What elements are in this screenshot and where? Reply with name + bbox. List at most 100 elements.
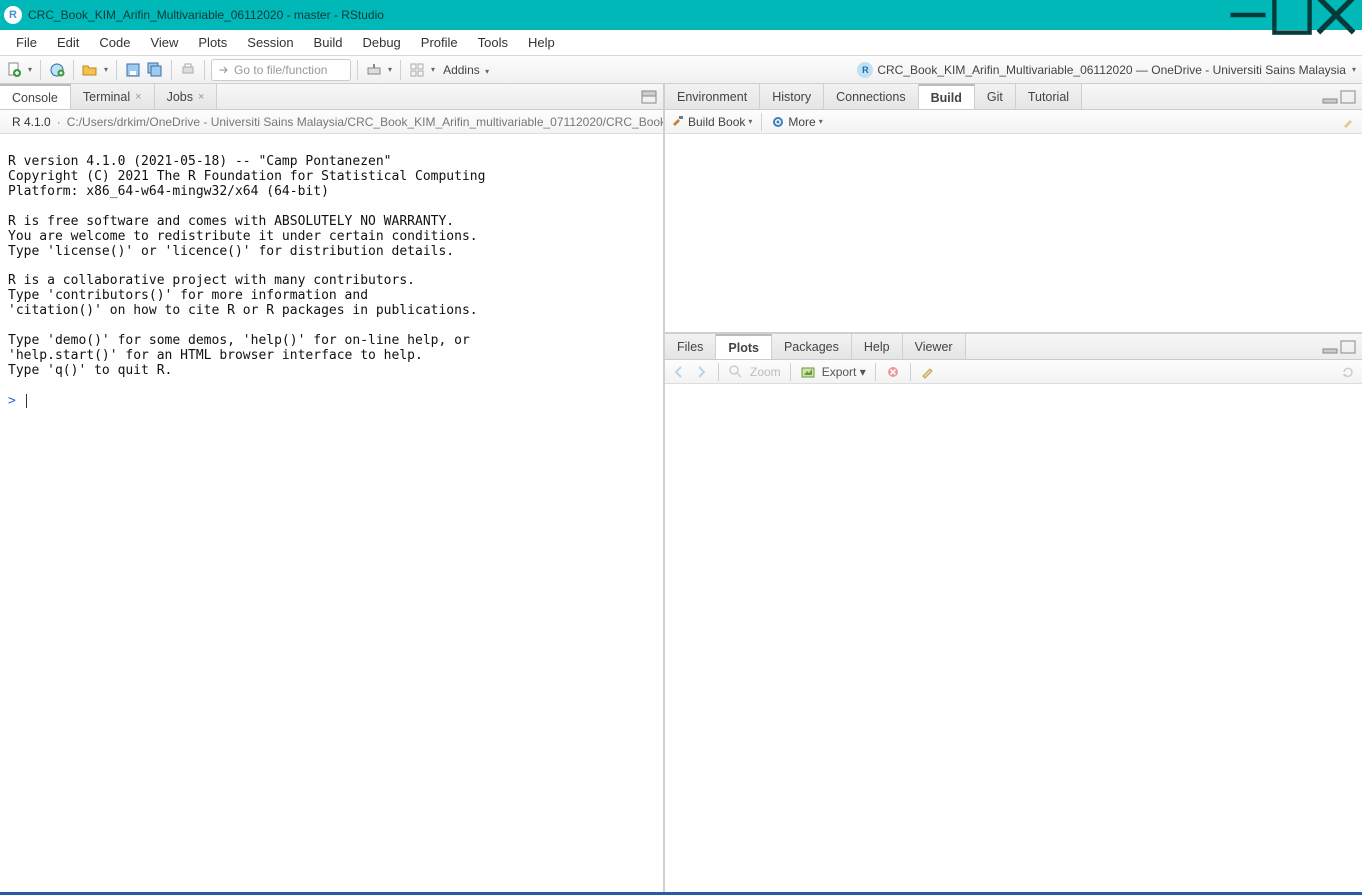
- menu-tools[interactable]: Tools: [468, 32, 518, 53]
- window-close-button[interactable]: [1314, 0, 1358, 30]
- tab-console[interactable]: Console: [0, 84, 71, 109]
- app-logo-icon: R: [4, 6, 22, 24]
- menu-bar: File Edit Code View Plots Session Build …: [0, 30, 1362, 56]
- separator: [73, 60, 74, 80]
- remove-plot-icon[interactable]: [885, 364, 901, 380]
- zoom-icon: [728, 364, 744, 380]
- build-toolbar: Build Book ▾ More ▾: [665, 110, 1362, 134]
- minimize-pane-icon[interactable]: [1322, 340, 1338, 354]
- r-version-label: R 4.1.0: [12, 115, 51, 129]
- separator: [400, 60, 401, 80]
- menu-build[interactable]: Build: [304, 32, 353, 53]
- print-icon[interactable]: [178, 60, 198, 80]
- right-pane: Environment History Connections Build Gi…: [665, 84, 1362, 892]
- brush-icon[interactable]: [1342, 115, 1356, 129]
- close-icon[interactable]: ×: [135, 91, 141, 103]
- window-title: CRC_Book_KIM_Arifin_Multivariable_061120…: [28, 8, 1226, 22]
- build-output-area: [665, 134, 1362, 332]
- tab-help[interactable]: Help: [852, 334, 903, 359]
- separator: [875, 363, 876, 381]
- working-directory-path[interactable]: C:/Users/drkim/OneDrive - Universiti Sai…: [67, 115, 663, 129]
- more-button[interactable]: More ▾: [771, 115, 822, 129]
- separator: [40, 60, 41, 80]
- tab-tutorial[interactable]: Tutorial: [1016, 84, 1082, 109]
- goto-file-function-input[interactable]: Go to file/function: [211, 59, 351, 81]
- tab-files[interactable]: Files: [665, 334, 716, 359]
- menu-help[interactable]: Help: [518, 32, 565, 53]
- new-project-icon[interactable]: [47, 60, 67, 80]
- tab-history[interactable]: History: [760, 84, 824, 109]
- path-separator: ·: [57, 115, 61, 129]
- workspace: Console Terminal× Jobs× R R 4.1.0 · C:/U…: [0, 84, 1362, 892]
- tab-jobs[interactable]: Jobs×: [155, 84, 218, 109]
- console-prompt: >: [8, 393, 24, 408]
- separator: [790, 363, 791, 381]
- separator: [204, 60, 205, 80]
- tab-build[interactable]: Build: [919, 84, 975, 109]
- project-selector[interactable]: R CRC_Book_KIM_Arifin_Multivariable_0611…: [857, 62, 1358, 78]
- separator: [116, 60, 117, 80]
- grid-dropdown[interactable]: ▾: [429, 65, 437, 74]
- left-pane: Console Terminal× Jobs× R R 4.1.0 · C:/U…: [0, 84, 665, 892]
- maximize-pane-icon[interactable]: [1340, 340, 1356, 354]
- top-right-tabs: Environment History Connections Build Gi…: [665, 84, 1362, 110]
- tab-connections[interactable]: Connections: [824, 84, 919, 109]
- menu-plots[interactable]: Plots: [188, 32, 237, 53]
- hammer-icon: [671, 115, 685, 129]
- new-file-dropdown[interactable]: ▾: [26, 65, 34, 74]
- grid-icon[interactable]: [407, 60, 427, 80]
- zoom-button[interactable]: Zoom: [750, 365, 781, 379]
- save-all-icon[interactable]: [145, 60, 165, 80]
- menu-file[interactable]: File: [6, 32, 47, 53]
- build-book-button[interactable]: Build Book ▾: [671, 115, 752, 129]
- tab-packages[interactable]: Packages: [772, 334, 852, 359]
- refresh-icon[interactable]: [1340, 364, 1356, 380]
- project-label: CRC_Book_KIM_Arifin_Multivariable_061120…: [877, 63, 1346, 77]
- prev-plot-icon[interactable]: [671, 364, 687, 380]
- maximize-pane-icon[interactable]: [1340, 90, 1356, 104]
- new-file-icon[interactable]: [4, 60, 24, 80]
- menu-code[interactable]: Code: [89, 32, 140, 53]
- menu-view[interactable]: View: [140, 32, 188, 53]
- separator: [761, 113, 762, 131]
- menu-debug[interactable]: Debug: [352, 32, 410, 53]
- bottom-right-pane: Files Plots Packages Help Viewer Zoom: [665, 334, 1362, 892]
- bottom-right-tabs: Files Plots Packages Help Viewer: [665, 334, 1362, 360]
- separator: [357, 60, 358, 80]
- next-plot-icon[interactable]: [693, 364, 709, 380]
- menu-session[interactable]: Session: [237, 32, 303, 53]
- text-caret: [26, 394, 27, 408]
- main-toolbar: ▾ ▾ Go to file/function ▾ ▾ Addins ▾ R C…: [0, 56, 1362, 84]
- export-button[interactable]: Export ▾: [822, 365, 866, 379]
- open-file-icon[interactable]: [80, 60, 100, 80]
- addins-button[interactable]: Addins ▾: [439, 63, 495, 77]
- console-header: R R 4.1.0 · C:/Users/drkim/OneDrive - Un…: [0, 110, 663, 134]
- top-right-pane: Environment History Connections Build Gi…: [665, 84, 1362, 334]
- menu-edit[interactable]: Edit: [47, 32, 89, 53]
- plot-area: [665, 384, 1362, 892]
- menu-profile[interactable]: Profile: [411, 32, 468, 53]
- tab-environment[interactable]: Environment: [665, 84, 760, 109]
- close-icon[interactable]: ×: [198, 91, 204, 103]
- window-title-bar: R CRC_Book_KIM_Arifin_Multivariable_0611…: [0, 0, 1362, 30]
- left-tabs: Console Terminal× Jobs×: [0, 84, 663, 110]
- separator: [718, 363, 719, 381]
- console-output[interactable]: R version 4.1.0 (2021-05-18) -- "Camp Po…: [0, 134, 663, 892]
- tab-git[interactable]: Git: [975, 84, 1016, 109]
- tools-dropdown[interactable]: ▾: [386, 65, 394, 74]
- tab-plots[interactable]: Plots: [716, 334, 772, 359]
- goto-placeholder: Go to file/function: [234, 63, 327, 77]
- separator: [171, 60, 172, 80]
- tab-terminal[interactable]: Terminal×: [71, 84, 155, 109]
- separator: [910, 363, 911, 381]
- minimize-pane-icon[interactable]: [1322, 90, 1338, 104]
- window-maximize-button[interactable]: [1270, 0, 1314, 30]
- open-file-dropdown[interactable]: ▾: [102, 65, 110, 74]
- window-minimize-button[interactable]: [1226, 0, 1270, 30]
- save-icon[interactable]: [123, 60, 143, 80]
- tab-viewer[interactable]: Viewer: [903, 334, 966, 359]
- clear-plots-icon[interactable]: [920, 364, 936, 380]
- maximize-pane-icon[interactable]: [641, 90, 657, 104]
- export-icon: [800, 364, 816, 380]
- tools-icon[interactable]: [364, 60, 384, 80]
